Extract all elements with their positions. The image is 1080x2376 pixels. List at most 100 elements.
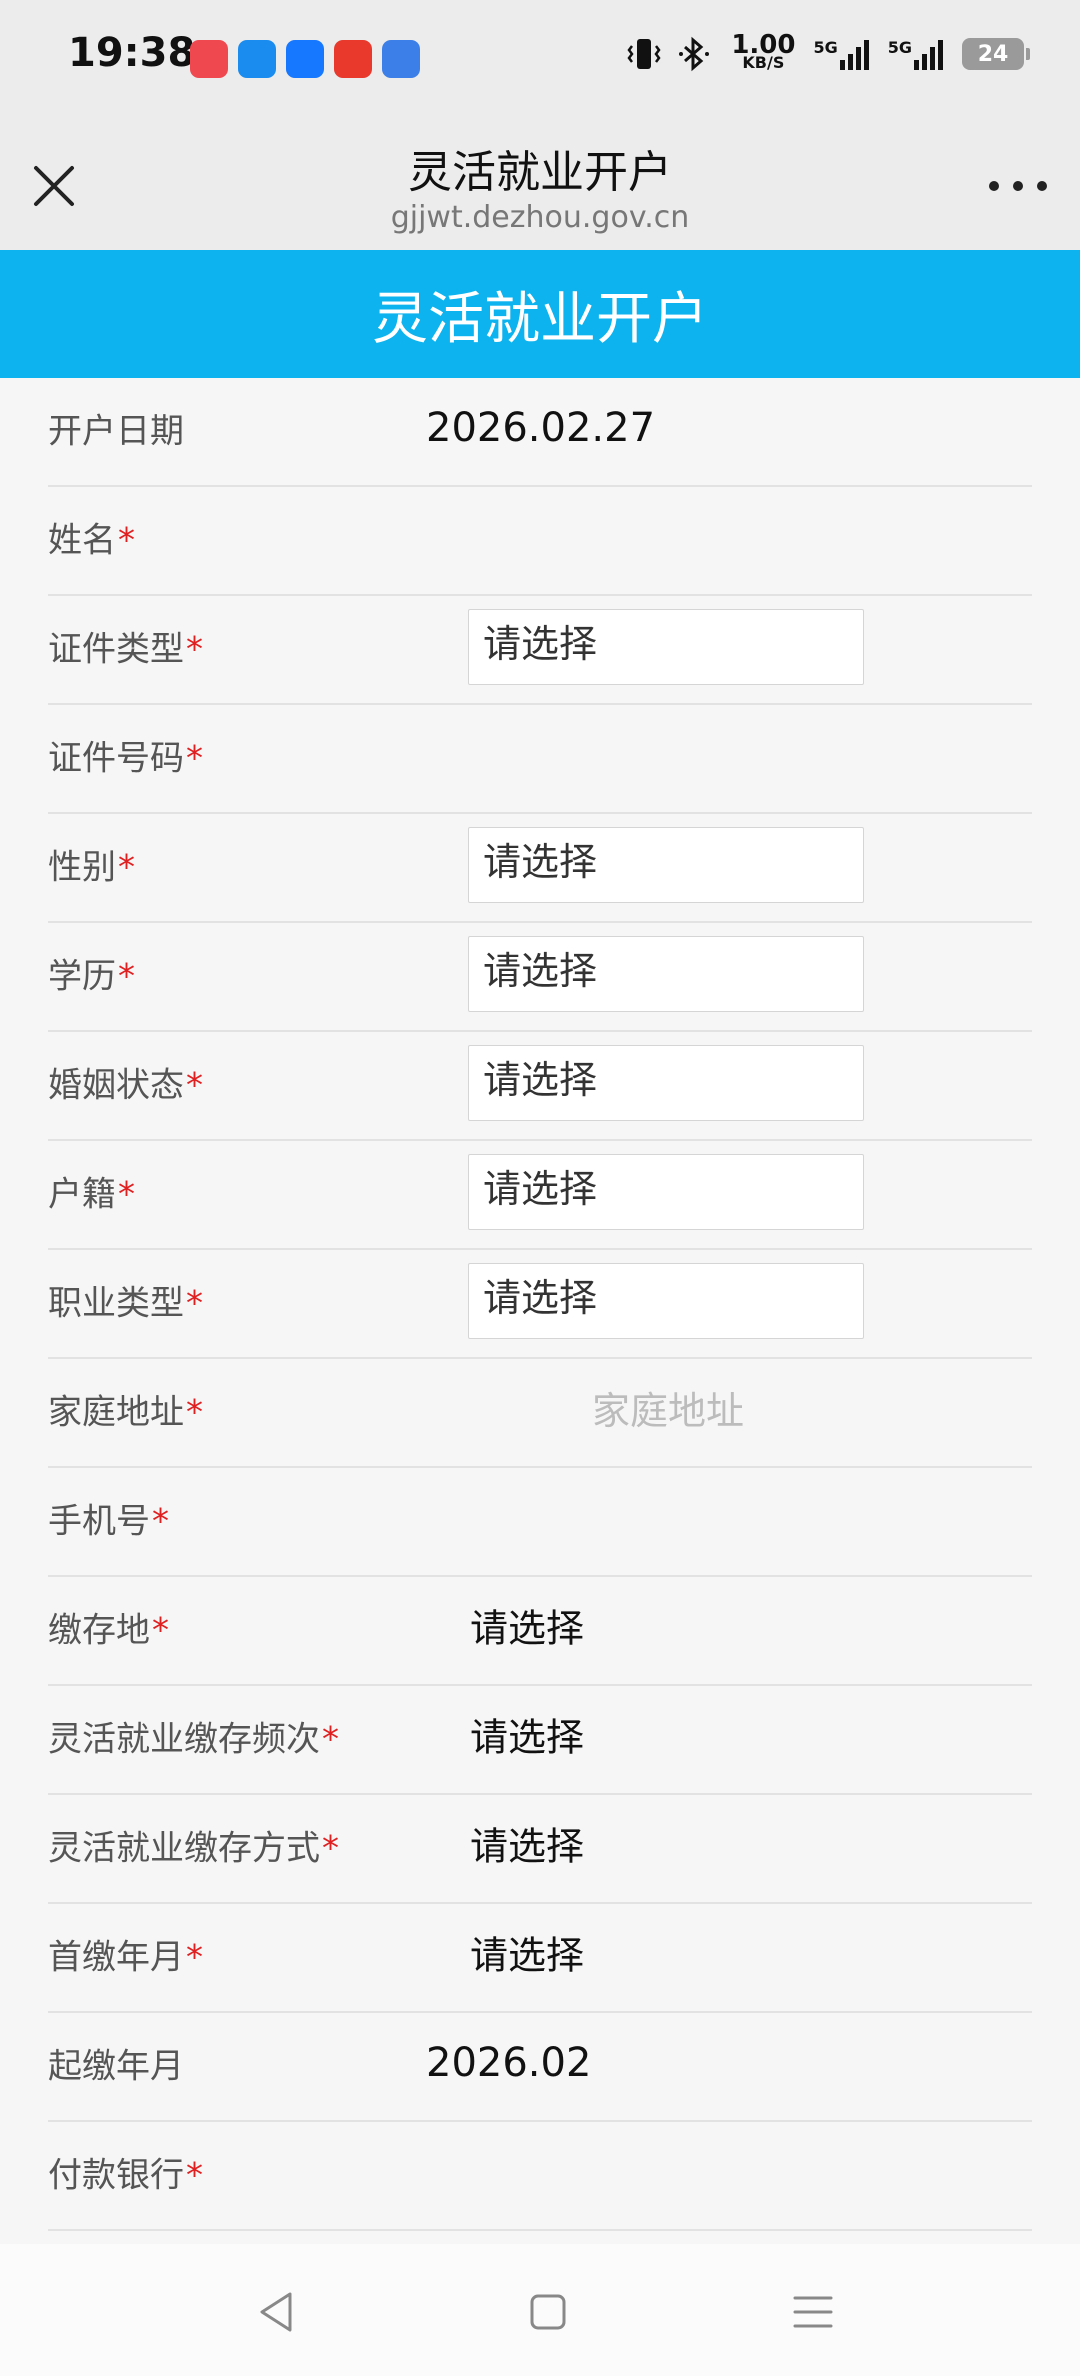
form-row-education: 学历* 请选择 <box>48 923 1032 1032</box>
network-speed-value: 1.00 <box>731 30 796 60</box>
field-label: 证件号码* <box>48 731 203 780</box>
battery-level: 24 <box>977 41 1009 67</box>
phone-input[interactable] <box>468 1482 1032 1558</box>
label-text: 户籍 <box>48 1174 116 1215</box>
browser-title-bar: 灵活就业开户 gjjwt.dezhou.gov.cn <box>0 118 1080 250</box>
recent-apps-icon[interactable] <box>785 2284 841 2340</box>
field-label: 缴存地* <box>48 1603 169 1652</box>
deposit-location-select[interactable]: 请选择 <box>470 1598 584 1653</box>
required-mark: * <box>118 956 135 997</box>
alipay-icon <box>286 40 324 78</box>
form-row-id-type: 证件类型* 请选择 <box>48 596 1032 705</box>
label-text: 起缴年月 <box>48 2046 184 2087</box>
app-icon-1 <box>190 40 228 78</box>
required-mark: * <box>186 629 203 670</box>
label-text: 证件类型 <box>48 629 184 670</box>
label-text: 职业类型 <box>48 1283 184 1324</box>
more-options-icon[interactable] <box>986 168 1050 204</box>
vibrate-icon <box>627 39 661 69</box>
battery-icon: 24 <box>962 38 1030 70</box>
field-label: 灵活就业缴存方式* <box>48 1821 339 1870</box>
gender-select[interactable]: 请选择 <box>468 827 864 903</box>
required-mark: * <box>118 520 135 561</box>
account-opening-form: 开户日期 2026.02.27 姓名* 证件类型* 请选择 证件号码* 性别* … <box>48 378 1032 2231</box>
signal-1: 5G <box>813 38 869 70</box>
status-app-icons <box>190 40 420 78</box>
field-label: 职业类型* <box>48 1276 203 1325</box>
label-text: 首缴年月 <box>48 1937 184 1978</box>
label-text: 灵活就业缴存频次 <box>48 1719 320 1760</box>
required-mark: * <box>186 1937 203 1978</box>
required-mark: * <box>186 2155 203 2196</box>
label-text: 学历 <box>48 956 116 997</box>
home-icon[interactable] <box>520 2284 576 2340</box>
signal-1-label: 5G <box>813 38 838 57</box>
field-label: 灵活就业缴存频次* <box>48 1712 339 1761</box>
required-mark: * <box>322 1828 339 1869</box>
system-navigation-bar <box>0 2244 1080 2376</box>
payment-bank-input[interactable] <box>468 2136 1032 2212</box>
household-select[interactable]: 请选择 <box>468 1154 864 1230</box>
browser-page-title: 灵活就业开户 <box>408 147 672 198</box>
form-row-id-number: 证件号码* <box>48 705 1032 814</box>
marital-status-select[interactable]: 请选择 <box>468 1045 864 1121</box>
id-number-input[interactable] <box>468 719 1032 795</box>
form-row-deposit-location: 缴存地* 请选择 <box>48 1577 1032 1686</box>
field-label: 家庭地址* <box>48 1385 203 1434</box>
field-label: 姓名* <box>48 513 135 562</box>
label-text: 姓名 <box>48 520 116 561</box>
name-input[interactable] <box>468 501 1032 577</box>
page-header: 灵活就业开户 <box>0 250 1080 378</box>
status-indicators: 1.00 KB/S 5G 5G 24 <box>627 30 1030 72</box>
form-row-occupation: 职业类型* 请选择 <box>48 1250 1032 1359</box>
signal-1-icon <box>839 40 869 70</box>
required-mark: * <box>186 738 203 779</box>
screen: 19:38 1.00 KB/S 5G 5G 24 灵活就业开户 gjjwt.de… <box>0 0 1080 2376</box>
deposit-frequency-select[interactable]: 请选择 <box>470 1707 584 1762</box>
signal-2: 5G <box>888 38 944 70</box>
form-row-start-month: 起缴年月 2026.02 <box>48 2013 1032 2122</box>
form-row-deposit-method: 灵活就业缴存方式* 请选择 <box>48 1795 1032 1904</box>
label-text: 家庭地址 <box>48 1392 184 1433</box>
required-mark: * <box>186 1392 203 1433</box>
first-payment-month-select[interactable]: 请选择 <box>470 1925 584 1980</box>
required-mark: * <box>118 1174 135 1215</box>
signal-2-label: 5G <box>887 38 912 57</box>
field-label: 婚姻状态* <box>48 1058 203 1107</box>
field-label: 学历* <box>48 949 135 998</box>
field-label: 开户日期 <box>48 404 186 453</box>
deposit-method-select[interactable]: 请选择 <box>470 1816 584 1871</box>
field-label: 首缴年月* <box>48 1930 203 1979</box>
field-label: 手机号* <box>48 1494 169 1543</box>
form-row-deposit-frequency: 灵活就业缴存频次* 请选择 <box>48 1686 1032 1795</box>
education-select[interactable]: 请选择 <box>468 936 864 1012</box>
label-text: 缴存地 <box>48 1610 150 1651</box>
required-mark: * <box>186 1283 203 1324</box>
form-row-home-address: 家庭地址* <box>48 1359 1032 1468</box>
label-text: 婚姻状态 <box>48 1065 184 1106</box>
id-type-select[interactable]: 请选择 <box>468 609 864 685</box>
app-icon-2 <box>238 40 276 78</box>
form-row-name: 姓名* <box>48 487 1032 596</box>
home-address-input[interactable] <box>468 1373 868 1449</box>
open-date-value: 2026.02.27 <box>426 405 656 451</box>
field-label: 付款银行* <box>48 2148 203 2197</box>
field-label: 户籍* <box>48 1167 135 1216</box>
form-row-phone: 手机号* <box>48 1468 1032 1577</box>
field-label: 性别* <box>48 840 135 889</box>
status-time: 19:38 <box>68 30 196 76</box>
signal-2-icon <box>914 40 943 70</box>
required-mark: * <box>186 1065 203 1106</box>
form-row-gender: 性别* 请选择 <box>48 814 1032 923</box>
form-row-household: 户籍* 请选择 <box>48 1141 1032 1250</box>
form-row-payment-bank: 付款银行* <box>48 2122 1032 2231</box>
app-icon-5 <box>382 40 420 78</box>
label-text: 性别 <box>48 847 116 888</box>
back-icon[interactable] <box>250 2284 306 2340</box>
form-row-marital-status: 婚姻状态* 请选择 <box>48 1032 1032 1141</box>
start-month-value: 2026.02 <box>426 2040 592 2086</box>
required-mark: * <box>322 1719 339 1760</box>
occupation-select[interactable]: 请选择 <box>468 1263 864 1339</box>
toutiao-icon <box>334 40 372 78</box>
browser-page-url: gjjwt.dezhou.gov.cn <box>390 200 690 235</box>
